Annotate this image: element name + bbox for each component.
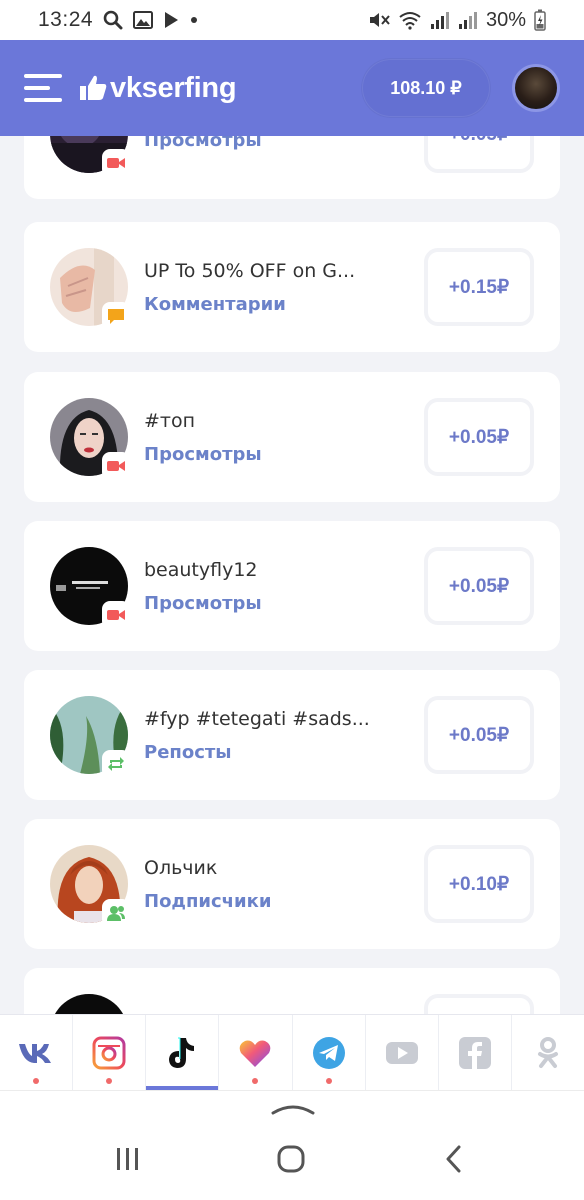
- dot-icon: [191, 17, 198, 23]
- search-icon: [103, 10, 123, 30]
- tab-likee[interactable]: [219, 1015, 293, 1090]
- task-thumbnail-wrap: [50, 994, 128, 1014]
- notification-dot: [33, 1078, 40, 1084]
- task-info: beautyfly12 Просмотры: [144, 559, 424, 614]
- task-thumbnail-wrap: [50, 547, 130, 629]
- notification-dot: [106, 1078, 113, 1084]
- task-reward-button[interactable]: +0.05₽: [424, 398, 534, 476]
- task-reward-button[interactable]: [424, 994, 534, 1014]
- tiktok-icon: [165, 1035, 199, 1071]
- task-card[interactable]: Просмотры +0.05₽: [24, 136, 560, 199]
- tab-youtube[interactable]: [366, 1015, 439, 1090]
- task-card[interactable]: #топ Просмотры +0.05₽: [24, 372, 560, 502]
- task-type: Просмотры: [144, 592, 262, 614]
- task-thumbnail-wrap: [50, 398, 130, 480]
- app-header: vkserfing 108.10 ₽: [0, 40, 584, 136]
- notification-dot: [325, 1078, 332, 1084]
- subscribers-badge-icon: [102, 899, 130, 927]
- tab-instagram[interactable]: [73, 1015, 147, 1090]
- tab-tiktok[interactable]: [146, 1015, 220, 1090]
- task-title: UP To 50% OFF on G...: [144, 259, 356, 282]
- task-title: #fyp #tetegati #sads...: [144, 707, 370, 730]
- gallery-icon: [133, 11, 154, 29]
- task-thumbnail-wrap: [50, 248, 130, 330]
- app-logo[interactable]: vkserfing: [78, 71, 237, 105]
- youtube-icon: [385, 1040, 419, 1066]
- signal-icon: [430, 12, 449, 29]
- task-thumbnail: [50, 994, 128, 1014]
- user-avatar[interactable]: [512, 64, 560, 112]
- task-type: Комментарии: [144, 293, 286, 315]
- chevron-up-icon[interactable]: [271, 1099, 315, 1115]
- task-title: beautyfly12: [144, 558, 258, 581]
- tab-odnoklassniki[interactable]: [512, 1015, 584, 1090]
- telegram-icon: [312, 1036, 346, 1070]
- task-type: Подписчики: [144, 890, 272, 912]
- home-icon[interactable]: [277, 1145, 305, 1173]
- thumbs-up-icon: [80, 75, 107, 100]
- social-tabs: [0, 1014, 584, 1090]
- likee-icon: [238, 1037, 272, 1069]
- task-card[interactable]: UP To 50% OFF on G... Комментарии +0.15₽: [24, 222, 560, 352]
- facebook-icon: [458, 1036, 492, 1070]
- task-card[interactable]: #fyp #tetegati #sads... Репосты +0.05₽: [24, 670, 560, 800]
- task-reward-button[interactable]: +0.15₽: [424, 248, 534, 326]
- tab-facebook[interactable]: [439, 1015, 512, 1090]
- task-card[interactable]: beautyfly12: [24, 968, 560, 1014]
- status-bar: 13:24 30%: [0, 0, 584, 40]
- comment-badge-icon: [102, 302, 130, 330]
- notification-dot: [252, 1078, 259, 1084]
- task-type: Репосты: [144, 741, 232, 763]
- task-info: Ольчик Подписчики: [144, 857, 424, 912]
- task-info: UP To 50% OFF on G... Комментарии: [144, 260, 424, 315]
- task-card[interactable]: beautyfly12 Просмотры +0.05₽: [24, 521, 560, 651]
- video-badge-icon: [102, 601, 130, 629]
- task-title: #топ: [144, 409, 196, 432]
- logo-text: vkserfing: [110, 71, 237, 104]
- system-navigation-bar: [0, 1090, 584, 1200]
- play-icon: [165, 12, 179, 28]
- odnoklassniki-icon: [535, 1036, 561, 1070]
- task-type: Просмотры: [144, 443, 262, 465]
- video-badge-icon: [102, 149, 130, 177]
- task-reward-button[interactable]: +0.05₽: [424, 136, 534, 173]
- task-reward-button[interactable]: +0.10₽: [424, 845, 534, 923]
- instagram-icon: [92, 1036, 126, 1070]
- repost-badge-icon: [102, 750, 130, 778]
- signal-icon-2: [458, 12, 477, 29]
- status-time: 13:24: [38, 8, 94, 31]
- task-title: Ольчик: [144, 856, 218, 879]
- wifi-icon: [399, 12, 421, 30]
- back-icon[interactable]: [444, 1145, 464, 1173]
- task-type: Просмотры: [144, 136, 262, 151]
- tab-telegram[interactable]: [293, 1015, 366, 1090]
- task-reward-button[interactable]: +0.05₽: [424, 696, 534, 774]
- balance-button[interactable]: 108.10 ₽: [362, 59, 490, 117]
- battery-percent: 30%: [485, 8, 526, 31]
- task-info: Просмотры: [144, 136, 424, 151]
- task-list: Просмотры +0.05₽ UP To 50% OFF on G... Комм…: [0, 136, 584, 1014]
- hamburger-menu-icon[interactable]: [24, 74, 62, 102]
- tab-vk[interactable]: [0, 1015, 74, 1090]
- task-info: #топ Просмотры: [144, 410, 424, 465]
- video-badge-icon: [102, 452, 130, 480]
- task-card[interactable]: Ольчик Подписчики +0.10₽: [24, 819, 560, 949]
- task-info: #fyp #tetegati #sads... Репосты: [144, 708, 424, 763]
- recent-apps-icon[interactable]: [114, 1145, 142, 1173]
- task-thumbnail-wrap: [50, 845, 130, 927]
- battery-charging-icon: [534, 9, 546, 31]
- task-reward-button[interactable]: +0.05₽: [424, 547, 534, 625]
- task-thumbnail-wrap: [50, 136, 130, 177]
- mute-icon: [369, 13, 390, 27]
- task-thumbnail-wrap: [50, 696, 130, 778]
- vk-icon: [18, 1042, 54, 1064]
